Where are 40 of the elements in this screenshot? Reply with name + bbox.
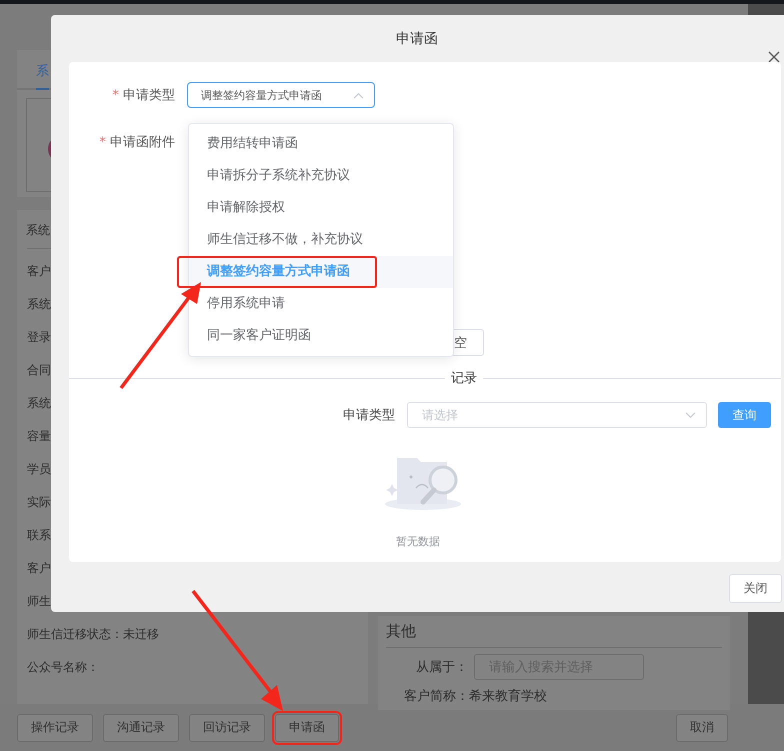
caret-icon <box>353 92 364 98</box>
cancel-button[interactable]: 取消 <box>676 714 728 742</box>
info-row-text: 联系 <box>27 527 51 544</box>
info-row-text: 客户 <box>27 263 51 280</box>
info-row-text: 师生 <box>27 593 51 610</box>
dropdown-option[interactable]: 申请解除授权 <box>189 192 453 224</box>
filter-label: 申请类型 <box>343 407 396 424</box>
info-row-text: 学员 <box>27 461 51 478</box>
section-title: 系统 <box>26 222 50 239</box>
info-row-text: 系统 <box>27 395 51 412</box>
info-row-text: 公众号名称： <box>27 659 99 676</box>
caret-icon <box>685 412 696 418</box>
divider-title: 记录 <box>445 369 483 387</box>
info-row-text: 客户简称：希来教育学校 <box>403 688 548 705</box>
info-row-text: 客户 <box>27 560 51 577</box>
close-icon[interactable] <box>768 51 780 63</box>
footer-button[interactable]: 回访记录 <box>189 714 265 742</box>
dropdown-option[interactable]: 停用系统申请 <box>189 288 453 320</box>
section-title: 其他 <box>386 622 417 641</box>
form-label: * 申请函附件 <box>98 134 175 151</box>
dropdown-option[interactable]: 费用结转申请函 <box>189 128 453 160</box>
dropdown-option[interactable]: 调整签约容量方式申请函 <box>189 256 453 288</box>
empty-text: 暂无数据 <box>396 534 440 549</box>
info-row-text: 登录 <box>27 329 51 346</box>
dropdown-option[interactable]: 师生信迁移不做，补充协议 <box>189 224 453 256</box>
info-row-text: 师生信迁移状态：未迁移 <box>27 626 159 643</box>
close-button[interactable]: 关闭 <box>729 574 782 603</box>
type-select[interactable]: 调整签约容量方式申请函 <box>187 82 375 108</box>
info-row-text: 系统 <box>27 296 51 313</box>
search-button[interactable]: 查询 <box>718 402 771 428</box>
field-label: 从属于： <box>416 659 468 676</box>
info-row-text: 实际 <box>27 494 51 511</box>
footer-button[interactable]: 操作记录 <box>17 714 93 742</box>
info-row-text: 容量 <box>27 428 51 445</box>
dropdown-option[interactable]: 同一家客户证明函 <box>189 320 453 352</box>
dialog-title: 申请函 <box>395 30 439 47</box>
form-label: * 申请类型 <box>111 87 175 104</box>
footer-button[interactable]: 沟通记录 <box>103 714 179 742</box>
info-row-text: 合同 <box>27 362 51 379</box>
dropdown-option[interactable]: 申请拆分子系统补充协议 <box>189 160 453 192</box>
